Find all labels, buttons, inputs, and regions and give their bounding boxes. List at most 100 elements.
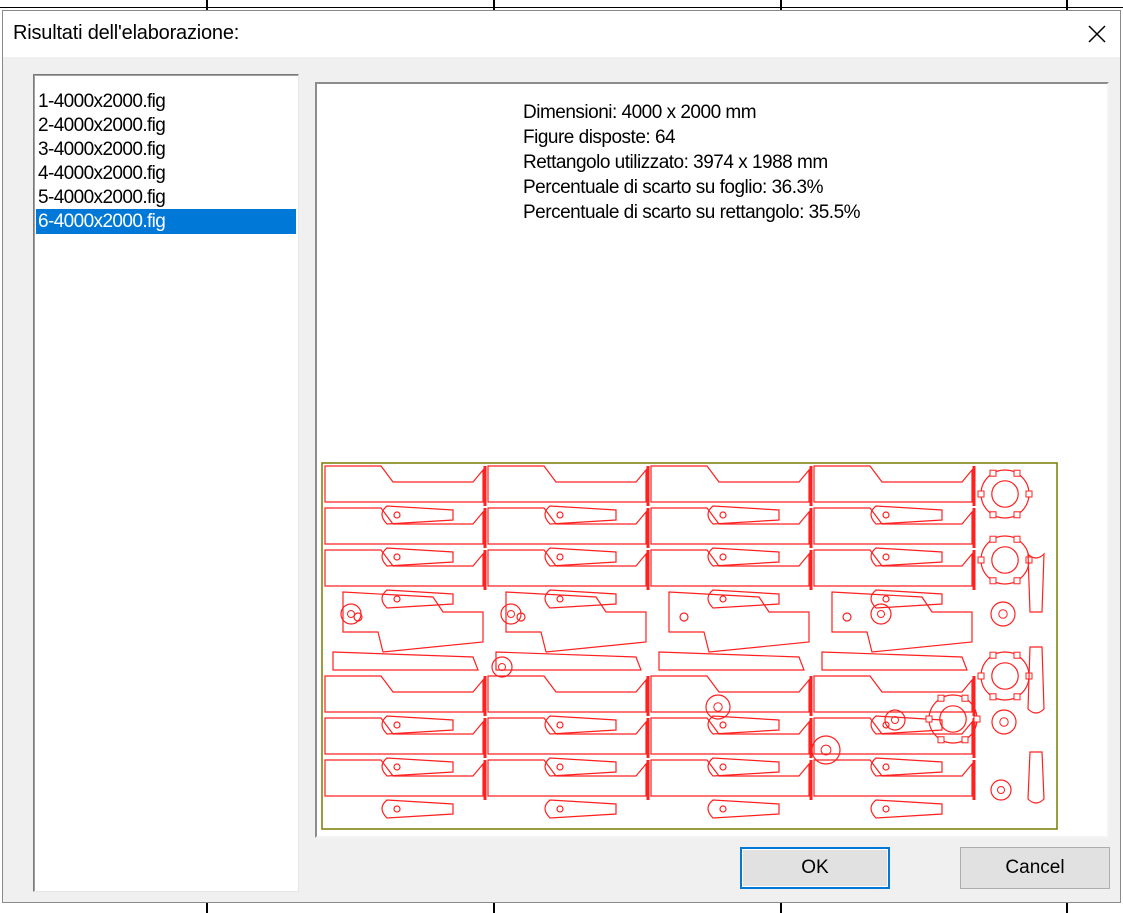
gear-tooth <box>1013 693 1021 701</box>
gear-tooth <box>989 693 997 701</box>
part-hole <box>713 702 723 712</box>
nested-part <box>324 549 487 609</box>
gear-part <box>980 651 1030 701</box>
background-tick <box>493 903 495 913</box>
round-part <box>705 694 731 720</box>
nested-part <box>821 651 968 671</box>
round-part <box>991 709 1017 735</box>
nested-part <box>650 675 813 735</box>
nested-part <box>658 651 805 671</box>
background-tick <box>780 0 782 10</box>
gear-tooth <box>1013 535 1021 543</box>
round-part <box>340 603 362 625</box>
cancel-button[interactable]: Cancel <box>960 847 1110 889</box>
nested-part <box>495 651 642 671</box>
gear-hole <box>991 480 1019 508</box>
gear-tooth <box>961 736 969 744</box>
gear-hole <box>991 662 1019 690</box>
nested-part <box>487 507 650 567</box>
sheet-outline <box>321 462 1058 830</box>
nested-part <box>668 591 810 653</box>
list-item[interactable]: 5-4000x2000.fig <box>36 185 296 210</box>
background-tick <box>1066 903 1068 913</box>
gear-tooth <box>1013 511 1021 519</box>
dialog-title: Risultati dell'elaborazione: <box>13 22 240 44</box>
part-hole <box>507 610 515 618</box>
results-listbox[interactable]: 1-4000x2000.fig 2-4000x2000.fig 3-4000x200… <box>33 74 299 892</box>
nested-part <box>487 717 650 777</box>
gear-tooth <box>977 556 985 564</box>
info-figures: Figure disposte: 64 <box>523 127 676 148</box>
nested-part <box>324 717 487 777</box>
nested-part <box>813 675 976 735</box>
background-tick <box>206 0 208 10</box>
gear-tooth <box>1013 577 1021 585</box>
nested-part <box>505 591 647 653</box>
gear-tooth <box>1013 651 1021 659</box>
round-part <box>491 656 513 678</box>
list-item[interactable]: 3-4000x2000.fig <box>36 137 296 162</box>
part-hole <box>999 717 1009 727</box>
gear-tooth <box>925 715 933 723</box>
part-hole <box>842 612 852 622</box>
info-waste-rectangle: Percentuale di scarto su rettangolo: 35.… <box>523 202 861 223</box>
list-item[interactable]: 4-4000x2000.fig <box>36 161 296 186</box>
list-item[interactable]: 2-4000x2000.fig <box>36 113 296 138</box>
nested-part <box>342 591 484 653</box>
gear-part <box>980 469 1030 519</box>
list-item[interactable]: 6-4000x2000.fig <box>36 209 296 234</box>
close-button[interactable] <box>1074 11 1120 57</box>
gear-tooth <box>989 577 997 585</box>
nested-part <box>332 651 479 671</box>
nested-part <box>487 759 650 819</box>
gear-tooth <box>1025 556 1033 564</box>
gear-tooth <box>977 490 985 498</box>
part-hole <box>997 786 1005 794</box>
gear-tooth <box>1013 469 1021 477</box>
nested-part <box>650 549 813 609</box>
nested-part <box>650 759 813 819</box>
nested-part <box>813 717 976 777</box>
nested-part <box>813 759 976 819</box>
round-part <box>990 601 1016 627</box>
part-hole <box>679 612 689 622</box>
info-rectangle: Rettangolo utilizzato: 3974 x 1988 mm <box>523 152 828 173</box>
nested-part <box>831 591 973 653</box>
nested-part <box>324 507 487 567</box>
nesting-preview-panel: Dimensioni: 4000 x 2000 mm Figure dispos… <box>315 82 1109 838</box>
ok-button[interactable]: OK <box>740 847 890 889</box>
nested-part <box>324 759 487 819</box>
nesting-info: Dimensioni: 4000 x 2000 mm Figure dispos… <box>523 100 861 225</box>
gear-tooth <box>961 694 969 702</box>
gear-tooth <box>937 694 945 702</box>
background-tick <box>206 903 208 913</box>
nesting-sheet-drawing <box>321 462 1058 830</box>
gear-tooth <box>973 715 981 723</box>
nested-part <box>813 549 976 609</box>
nested-part <box>324 675 487 735</box>
gear-tooth <box>989 511 997 519</box>
nested-part <box>813 465 976 525</box>
gear-tooth <box>989 469 997 477</box>
gear-tooth <box>989 651 997 659</box>
part-hole <box>998 609 1008 619</box>
round-part <box>884 709 906 731</box>
nested-part <box>487 675 650 735</box>
gear-part <box>980 535 1030 585</box>
background-tick <box>493 0 495 10</box>
part-hole <box>877 610 885 618</box>
title-bar: Risultati dell'elaborazione: <box>3 11 1120 57</box>
results-dialog: Risultati dell'elaborazione: 1-4000x2000… <box>2 10 1121 903</box>
background-window-edge <box>0 7 1123 8</box>
round-part <box>990 779 1012 801</box>
nested-part <box>487 549 650 609</box>
gear-tooth <box>989 535 997 543</box>
nested-part <box>487 465 650 525</box>
gear-hole <box>939 705 967 733</box>
nested-part <box>324 465 487 525</box>
key-part <box>1027 646 1045 714</box>
gear-tooth <box>937 736 945 744</box>
list-item[interactable]: 1-4000x2000.fig <box>36 89 296 114</box>
round-part <box>870 603 892 625</box>
nested-part <box>650 717 813 777</box>
